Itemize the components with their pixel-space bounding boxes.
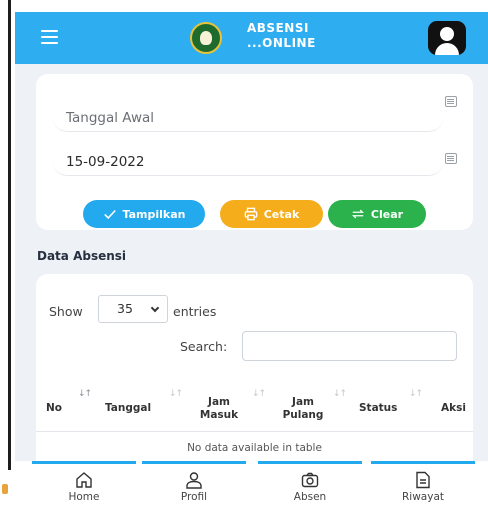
repeat-icon — [351, 209, 364, 219]
filter-card: Tanggal Awal 15-09-2022 Tampilkan Cetak … — [36, 74, 473, 230]
nav-label-attendance: Absen — [293, 491, 327, 503]
hamburger-icon[interactable] — [41, 30, 58, 44]
sort-icon[interactable]: ↓↑ — [333, 389, 347, 399]
column-header-check-out[interactable]: Jam Pulang — [278, 396, 328, 422]
school-logo — [190, 22, 222, 54]
show-button[interactable]: Tampilkan — [83, 200, 205, 228]
sort-icon[interactable]: ↓↑ — [409, 389, 423, 399]
table-header: No ↓↑ Tanggal ↓↑ Jam Masuk ↓↑ Jam Pulang… — [36, 372, 473, 432]
clear-button-label: Clear — [370, 207, 404, 221]
column-header-no[interactable]: No — [46, 402, 62, 415]
camera-icon — [301, 472, 319, 488]
taskbar-icon — [2, 484, 8, 494]
nav-item-home[interactable]: Home — [32, 461, 136, 510]
nav-label-profile: Profil — [180, 491, 208, 503]
sort-asc-icon[interactable]: ↓↑ — [78, 389, 92, 399]
page-size-value: 35 — [117, 301, 133, 316]
print-button-label: Cetak — [263, 207, 300, 221]
sort-icon[interactable]: ↓↑ — [252, 389, 266, 399]
nav-label-history: Riwayat — [402, 491, 444, 503]
app-container: ABSENSI ...ONLINE Tanggal Awal 15-09-202… — [15, 12, 488, 510]
document-icon — [416, 471, 430, 489]
column-header-check-in[interactable]: Jam Masuk — [199, 396, 239, 422]
column-header-action[interactable]: Aksi — [441, 402, 466, 415]
home-icon — [76, 472, 92, 488]
nav-item-attendance[interactable]: Absen — [258, 461, 362, 510]
sort-icon[interactable]: ↓↑ — [169, 389, 183, 399]
chevron-down-icon — [150, 303, 160, 313]
entries-label: entries — [173, 304, 217, 319]
column-header-date[interactable]: Tanggal — [105, 402, 151, 415]
check-icon — [103, 209, 116, 220]
nav-item-profile[interactable]: Profil — [142, 461, 246, 510]
start-date-placeholder: Tanggal Awal — [66, 110, 155, 126]
printer-icon — [244, 207, 258, 221]
brand-line-2: ...ONLINE — [247, 36, 316, 50]
nav-label-home: Home — [68, 491, 100, 503]
show-button-label: Tampilkan — [122, 207, 186, 221]
clear-button[interactable]: Clear — [328, 200, 426, 228]
print-button[interactable]: Cetak — [220, 200, 323, 228]
end-date-field[interactable]: 15-09-2022 — [53, 144, 443, 176]
column-header-status[interactable]: Status — [359, 402, 397, 415]
bottom-navigation: Home Profil Absen Riwayat — [15, 461, 488, 510]
nav-item-history[interactable]: Riwayat — [371, 461, 475, 510]
window-edge-bar — [8, 0, 11, 470]
page-size-select[interactable]: 35 — [98, 295, 168, 323]
section-title: Data Absensi — [37, 249, 127, 263]
top-header: ABSENSI ...ONLINE — [15, 12, 488, 64]
search-label: Search: — [180, 339, 228, 354]
profile-icon — [186, 472, 202, 489]
window-edge — [0, 0, 12, 510]
calendar-icon[interactable] — [445, 96, 457, 107]
show-label: Show — [49, 304, 83, 319]
search-input[interactable] — [242, 331, 457, 361]
brand-line-1: ABSENSI — [247, 21, 309, 35]
empty-table-message: No data available in table — [187, 442, 322, 454]
brand-title: ABSENSI ...ONLINE — [247, 21, 316, 51]
user-avatar-icon[interactable] — [428, 21, 466, 55]
start-date-field[interactable]: Tanggal Awal — [53, 100, 443, 132]
calendar-icon[interactable] — [445, 153, 457, 164]
